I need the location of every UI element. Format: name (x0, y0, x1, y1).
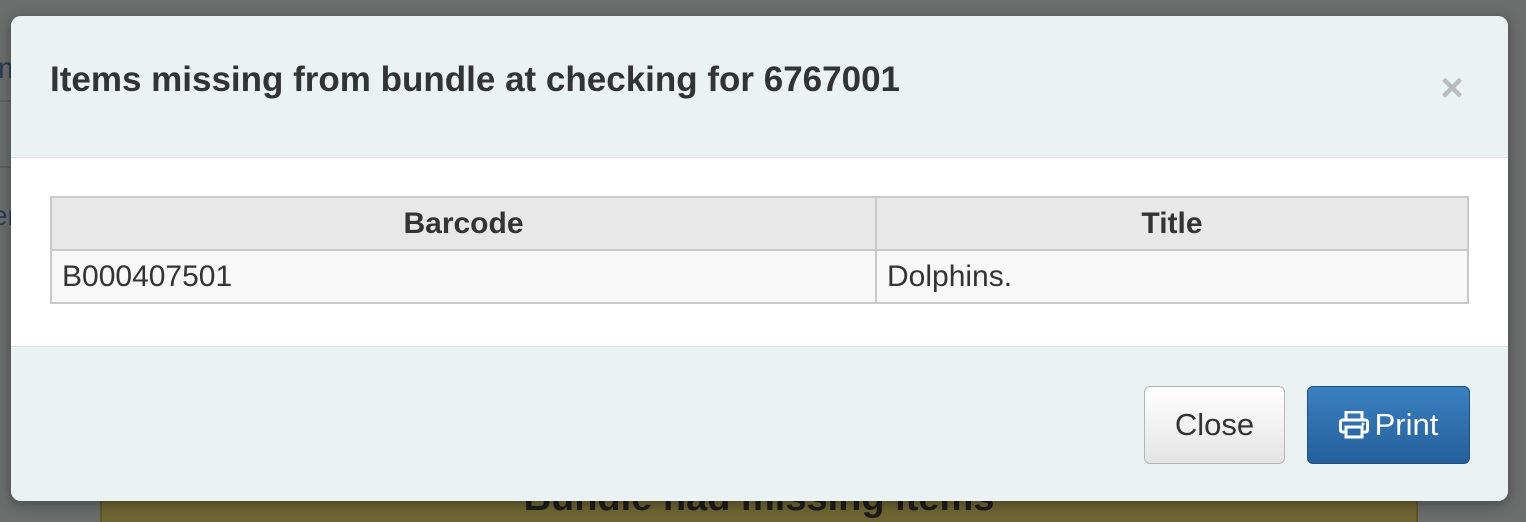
table-row: B000407501 Dolphins. (50, 249, 1469, 304)
dialog-footer: Close Print (11, 346, 1508, 501)
dialog-body: Barcode Title B000407501 Dolphins. (11, 158, 1508, 346)
print-button-label: Print (1374, 407, 1439, 442)
cell-title: Dolphins. (875, 249, 1469, 304)
missing-items-dialog: Items missing from bundle at checking fo… (11, 16, 1508, 501)
table-header-row: Barcode Title (50, 196, 1469, 251)
cell-barcode: B000407501 (50, 249, 877, 304)
dialog-header: Items missing from bundle at checking fo… (11, 16, 1508, 158)
close-button-label: Close (1174, 407, 1255, 442)
print-button[interactable]: Print (1307, 386, 1470, 464)
close-icon[interactable]: × (1432, 68, 1472, 108)
dialog-title: Items missing from bundle at checking fo… (50, 60, 900, 99)
column-header-barcode: Barcode (50, 196, 877, 251)
close-button[interactable]: Close (1144, 386, 1285, 464)
printer-icon (1338, 411, 1369, 439)
missing-items-table: Barcode Title B000407501 Dolphins. (50, 196, 1469, 304)
column-header-title: Title (875, 196, 1469, 251)
